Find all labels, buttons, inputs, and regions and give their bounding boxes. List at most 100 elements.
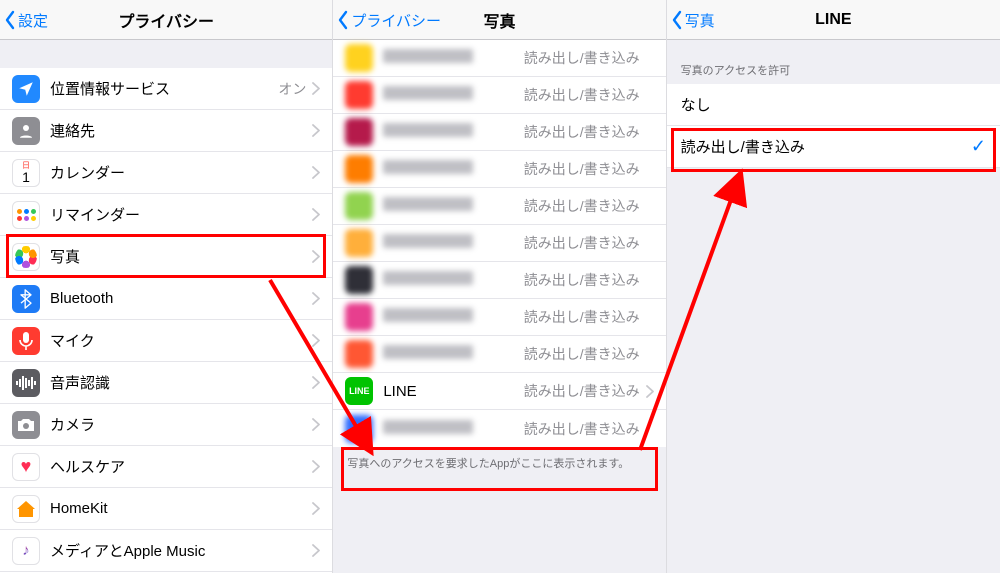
chevron-left-icon	[671, 10, 683, 30]
privacy-item-media[interactable]: ♪メディアとApple Music	[0, 530, 332, 572]
speech-icon	[12, 369, 40, 397]
reminders-icon	[12, 201, 40, 229]
navbar-line: 写真 LINE	[667, 0, 1000, 40]
photos-footer-note: 写真へのアクセスを要求したAppがここに表示されます。	[333, 447, 665, 479]
row-label-blurred	[383, 86, 523, 104]
row-label: 音声認識	[50, 372, 312, 393]
chevron-right-icon	[312, 166, 320, 179]
photos-app-row[interactable]: 読み出し/書き込み	[333, 410, 665, 447]
photos-app-row[interactable]: 読み出し/書き込み	[333, 336, 665, 373]
row-label-blurred	[383, 160, 523, 178]
option-none[interactable]: なし	[667, 84, 1000, 126]
row-permission-value: 読み出し/書き込み	[524, 419, 640, 439]
back-button-privacy[interactable]: プライバシー	[337, 0, 441, 40]
option-read-write[interactable]: 読み出し/書き込み ✓	[667, 126, 1000, 168]
back-button-photos[interactable]: 写真	[671, 0, 715, 40]
row-label: マイク	[50, 330, 312, 351]
contacts-icon	[12, 117, 40, 145]
back-label: 写真	[685, 10, 715, 31]
photos-app-row[interactable]: 読み出し/書き込み	[333, 151, 665, 188]
photos-app-row[interactable]: 読み出し/書き込み	[333, 40, 665, 77]
app-icon-blurred	[345, 415, 373, 443]
calendar-icon: 日1	[12, 159, 40, 187]
row-label-blurred	[383, 234, 523, 252]
row-label: 連絡先	[50, 120, 312, 141]
row-label: LINE	[383, 383, 523, 400]
photos-app-row[interactable]: 読み出し/書き込み	[333, 188, 665, 225]
chevron-right-icon	[312, 250, 320, 263]
privacy-item-homekit[interactable]: HomeKit	[0, 488, 332, 530]
privacy-item-contacts[interactable]: 連絡先	[0, 110, 332, 152]
row-label: 写真	[50, 246, 312, 267]
app-icon-blurred	[345, 118, 373, 146]
nav-title-privacy: プライバシー	[118, 8, 214, 32]
privacy-item-photos[interactable]: 写真	[0, 236, 332, 278]
row-label-blurred	[383, 197, 523, 215]
chevron-right-icon	[312, 334, 320, 347]
row-permission-value: 読み出し/書き込み	[524, 85, 640, 105]
chevron-left-icon	[4, 10, 16, 30]
chevron-right-icon	[312, 82, 320, 95]
row-label: ヘルスケア	[50, 456, 312, 477]
back-label: 設定	[18, 10, 48, 31]
row-label-blurred	[383, 308, 523, 326]
privacy-item-calendar[interactable]: 日1 カレンダー	[0, 152, 332, 194]
privacy-item-mic[interactable]: マイク	[0, 320, 332, 362]
photos-app-row[interactable]: 読み出し/書き込み	[333, 262, 665, 299]
chevron-right-icon	[312, 544, 320, 557]
privacy-item-bluetooth[interactable]: Bluetooth	[0, 278, 332, 320]
row-value: オン	[278, 79, 306, 99]
permission-options: なし 読み出し/書き込み ✓	[667, 84, 1000, 168]
privacy-item-health[interactable]: ♥ ヘルスケア	[0, 446, 332, 488]
checkmark-icon: ✓	[971, 136, 986, 157]
camera-icon	[12, 411, 40, 439]
photos-app-row[interactable]: 読み出し/書き込み	[333, 77, 665, 114]
panel-line: 写真 LINE 写真のアクセスを許可 なし 読み出し/書き込み ✓	[667, 0, 1000, 573]
chevron-right-icon	[312, 502, 320, 515]
health-icon: ♥	[12, 453, 40, 481]
photos-app-row[interactable]: 読み出し/書き込み	[333, 299, 665, 336]
line-app-icon: LINE	[345, 377, 373, 405]
photos-icon	[12, 243, 40, 271]
row-label: Bluetooth	[50, 290, 312, 307]
back-button-settings[interactable]: 設定	[4, 0, 48, 40]
app-icon-blurred	[345, 266, 373, 294]
row-label: カレンダー	[50, 162, 312, 183]
location-icon	[12, 75, 40, 103]
row-permission-value: 読み出し/書き込み	[524, 344, 640, 364]
row-label: カメラ	[50, 414, 312, 435]
option-rw-label: 読み出し/書き込み	[681, 136, 971, 157]
privacy-item-camera[interactable]: カメラ	[0, 404, 332, 446]
row-permission-value: 読み出し/書き込み	[524, 233, 640, 253]
app-icon-blurred	[345, 44, 373, 72]
row-label: メディアとApple Music	[50, 540, 312, 561]
row-label-blurred	[383, 271, 523, 289]
row-label: HomeKit	[50, 500, 312, 517]
chevron-right-icon	[312, 460, 320, 473]
option-none-label: なし	[681, 94, 986, 115]
app-icon-blurred	[345, 81, 373, 109]
chevron-right-icon	[312, 418, 320, 431]
photos-app-row[interactable]: 読み出し/書き込み	[333, 225, 665, 262]
app-icon-blurred	[345, 229, 373, 257]
row-permission-value: 読み出し/書き込み	[524, 196, 640, 216]
row-label-blurred	[383, 123, 523, 141]
mic-icon	[12, 327, 40, 355]
row-label-blurred	[383, 49, 523, 67]
navbar-photos: プライバシー 写真	[333, 0, 665, 40]
privacy-item-speech[interactable]: 音声認識	[0, 362, 332, 404]
privacy-item-location[interactable]: 位置情報サービスオン	[0, 68, 332, 110]
app-icon-blurred	[345, 303, 373, 331]
chevron-left-icon	[337, 10, 349, 30]
privacy-list: 位置情報サービスオン連絡先日1 カレンダーリマインダー写真 Bluetooth マイク…	[0, 68, 332, 573]
panel-privacy: 設定 プライバシー 位置情報サービスオン連絡先日1 カレンダーリマインダー写真 Bl…	[0, 0, 333, 573]
homekit-icon	[12, 495, 40, 523]
privacy-item-reminders[interactable]: リマインダー	[0, 194, 332, 236]
photos-app-line[interactable]: LINELINE読み出し/書き込み	[333, 373, 665, 410]
row-label: 位置情報サービス	[50, 78, 278, 99]
navbar-privacy: 設定 プライバシー	[0, 0, 332, 40]
chevron-right-icon	[646, 385, 654, 398]
row-label-blurred	[383, 420, 523, 438]
panel-photos: プライバシー 写真 読み出し/書き込み読み出し/書き込み読み出し/書き込み読み出…	[333, 0, 666, 573]
photos-app-row[interactable]: 読み出し/書き込み	[333, 114, 665, 151]
